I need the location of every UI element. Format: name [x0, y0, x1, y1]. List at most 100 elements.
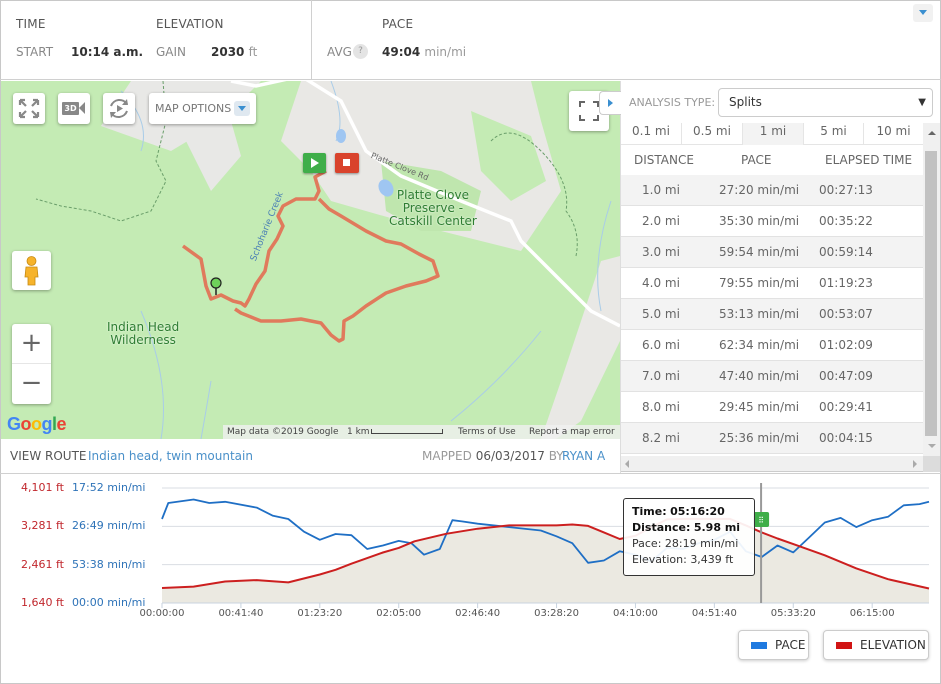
stat-elevation-label: GAIN: [156, 45, 187, 59]
legend-elevation-toggle[interactable]: ELEVATION: [823, 630, 929, 660]
google-logo-letter: G: [7, 414, 21, 434]
tooltip-time-label: Time:: [632, 505, 667, 518]
zoom-in-button[interactable]: +: [12, 324, 51, 364]
map-label-platte-clove: Platte Clove Preserve - Catskill Center: [389, 188, 477, 228]
google-logo-letter: g: [41, 414, 53, 434]
tab-1-mi[interactable]: 1 mi: [743, 123, 804, 145]
x-tick-label: 04:10:00: [612, 608, 658, 619]
split-pace: 59:54 min/mi: [719, 245, 800, 259]
column-pace[interactable]: PACE: [741, 145, 771, 175]
tooltip-elevation-value: 3,439 ft: [690, 553, 734, 566]
split-elapsed-time: 01:19:23: [819, 276, 873, 290]
stat-pace-unit: min/mi: [424, 45, 467, 59]
tooltip-time-value: 05:16:20: [670, 505, 725, 518]
current-position-pin: [210, 277, 222, 295]
split-pace: 62:34 min/mi: [719, 338, 800, 352]
legend-pace-label: PACE: [775, 638, 806, 652]
split-row[interactable]: 1.0 mi 27:20 min/mi 00:27:13: [621, 175, 923, 206]
street-view-button[interactable]: [12, 251, 51, 290]
split-elapsed-time: 00:27:13: [819, 183, 873, 197]
split-distance: 2.0 mi: [642, 214, 680, 228]
x-tick-label: 05:33:20: [770, 608, 816, 619]
route-map[interactable]: Indian Head Wilderness Platte Clove Preser…: [1, 81, 620, 439]
zoom-out-button[interactable]: −: [12, 364, 51, 404]
panel-toggle-button[interactable]: [599, 91, 621, 115]
zoom-controls: + −: [12, 324, 51, 404]
user-link[interactable]: RYAN A: [562, 440, 605, 472]
split-elapsed-time: 00:35:22: [819, 214, 873, 228]
x-tick-label: 00:00:00: [139, 608, 185, 619]
horizontal-scrollbar[interactable]: [621, 456, 923, 472]
help-icon[interactable]: ?: [353, 44, 368, 59]
end-marker[interactable]: [335, 153, 359, 173]
x-tick-label: 06:15:00: [849, 608, 895, 619]
scroll-down-icon[interactable]: [928, 444, 936, 448]
route-info-bar: VIEW ROUTE Indian head, twin mountain MA…: [1, 440, 620, 472]
x-tick-label: 00:41:40: [218, 608, 264, 619]
scrollbar-thumb[interactable]: [925, 151, 937, 436]
split-distance: 1.0 mi: [642, 183, 680, 197]
terms-link[interactable]: Terms of Use: [458, 425, 516, 439]
legend-pace-toggle[interactable]: PACE: [738, 630, 809, 660]
split-elapsed-time: 00:53:07: [819, 307, 873, 321]
x-tick-label: 02:05:00: [376, 608, 422, 619]
split-row[interactable]: 7.0 mi 47:40 min/mi 00:47:09: [621, 361, 923, 392]
replay-route-button[interactable]: [103, 93, 135, 124]
scroll-right-icon[interactable]: [913, 460, 917, 468]
tab-5-mi[interactable]: 5 mi: [804, 123, 864, 145]
stat-time-title: TIME: [16, 17, 46, 31]
fullscreen-map-button[interactable]: [13, 93, 45, 124]
mapped-label: MAPPED: [422, 449, 472, 463]
hover-marker-glyph: ⠿: [758, 516, 764, 525]
video-3d-icon: 3D: [62, 102, 79, 115]
view-3d-button[interactable]: 3D: [58, 93, 90, 124]
split-row[interactable]: 5.0 mi 53:13 min/mi 00:53:07: [621, 299, 923, 330]
legend-elevation-swatch: [836, 642, 852, 649]
elevation-pace-chart[interactable]: 4,101 ft 17:52 min/mi 3,281 ft 26:49 min/mi…: [0, 473, 941, 684]
play-icon: [311, 158, 319, 168]
column-elapsed-time[interactable]: ELAPSED TIME: [825, 145, 912, 175]
x-tick-label: 01:23:20: [297, 608, 343, 619]
map-canvas: [35, 81, 620, 439]
chart-tooltip: Time: 05:16:20 Distance: 5.98 mi Pace: 2…: [623, 498, 755, 576]
scroll-left-icon[interactable]: [625, 460, 629, 468]
stats-header: TIME START 10:14 a.m. ELEVATION GAIN 203…: [0, 0, 941, 80]
route-name-link[interactable]: Indian head, twin mountain: [88, 440, 253, 472]
stat-elevation-unit: ft: [248, 45, 258, 59]
vertical-scrollbar[interactable]: [923, 123, 940, 456]
tab-0-5-mi[interactable]: 0.5 mi: [682, 123, 743, 145]
split-pace: 47:40 min/mi: [719, 369, 800, 383]
split-pace: 79:55 min/mi: [719, 276, 800, 290]
tooltip-pace-label: Pace:: [632, 537, 662, 550]
tab-10-mi[interactable]: 10 mi: [864, 123, 923, 145]
splits-table-body: 1.0 mi 27:20 min/mi 00:27:13 2.0 mi 35:30 mi…: [621, 175, 923, 454]
map-attribution: Map data ©2019 Google 1 km Terms of Use …: [223, 425, 620, 439]
google-logo-letter: e: [56, 414, 67, 434]
start-marker[interactable]: [303, 153, 326, 173]
scroll-up-icon[interactable]: [928, 131, 936, 135]
chart-plot[interactable]: ⠿: [0, 474, 941, 624]
analysis-type-select[interactable]: Splits ▼: [718, 88, 933, 117]
split-row[interactable]: 6.0 mi 62:34 min/mi 01:02:09: [621, 330, 923, 361]
split-row[interactable]: 8.0 mi 29:45 min/mi 00:29:41: [621, 392, 923, 423]
split-row[interactable]: 4.0 mi 79:55 min/mi 01:19:23: [621, 268, 923, 299]
collapse-stats-button[interactable]: [913, 4, 933, 22]
split-pace: 27:20 min/mi: [719, 183, 800, 197]
analysis-type-value: Splits: [729, 95, 762, 109]
report-error-link[interactable]: Report a map error: [529, 425, 615, 439]
analysis-type-label: ANALYSIS TYPE:: [629, 96, 716, 109]
legend-elevation-label: ELEVATION: [860, 638, 926, 652]
split-row[interactable]: 2.0 mi 35:30 min/mi 00:35:22: [621, 206, 923, 237]
split-elapsed-time: 01:02:09: [819, 338, 873, 352]
split-row[interactable]: 3.0 mi 59:54 min/mi 00:59:14: [621, 237, 923, 268]
split-elapsed-time: 00:59:14: [819, 245, 873, 259]
column-distance[interactable]: DISTANCE: [634, 145, 694, 175]
view-route-label: VIEW ROUTE: [10, 449, 87, 463]
tooltip-pace-value: 28:19 min/mi: [664, 537, 739, 550]
map-label-indian-head: Indian Head Wilderness: [107, 320, 180, 347]
map-options-dropdown[interactable]: MAP OPTIONS: [149, 93, 256, 124]
split-row[interactable]: 8.2 mi 25:36 min/mi 00:04:15: [621, 423, 923, 454]
x-tick-label: 04:51:40: [691, 608, 737, 619]
tab-0-1-mi[interactable]: 0.1 mi: [621, 123, 682, 145]
stat-elevation-title: ELEVATION: [156, 17, 224, 31]
